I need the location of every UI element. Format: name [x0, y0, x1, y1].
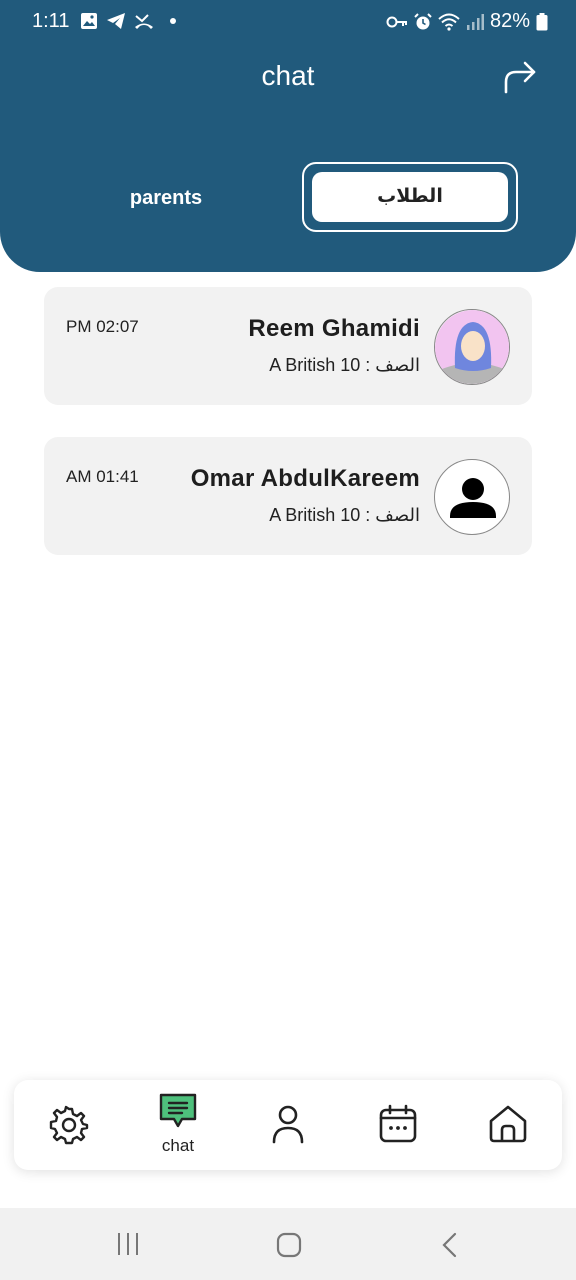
chat-icon: [159, 1093, 197, 1128]
recent-apps-icon: [118, 1233, 138, 1255]
gear-icon: [49, 1105, 89, 1145]
telegram-icon: [107, 13, 125, 29]
chat-time: AM 01:41: [66, 467, 139, 486]
nav-chat[interactable]: chat: [142, 1080, 214, 1170]
page-title: chat: [261, 60, 315, 91]
signal-icon: [466, 13, 484, 30]
back-button[interactable]: [440, 1232, 460, 1263]
status-time: 1:11: [32, 10, 70, 32]
nav-home[interactable]: [472, 1080, 544, 1170]
chat-list-item[interactable]: AM 01:41 Omar AbdulKareem الصف : 10 A Br…: [44, 437, 532, 555]
image-icon: [81, 13, 97, 29]
home-circle-icon: [276, 1232, 302, 1258]
chat-name: Reem Ghamidi: [248, 315, 420, 342]
recent-apps-button[interactable]: [116, 1232, 140, 1261]
missed-call-icon: [135, 14, 153, 29]
person-icon: [450, 478, 496, 518]
nav-calendar[interactable]: [362, 1080, 434, 1170]
alarm-icon: [414, 12, 432, 29]
share-button[interactable]: [500, 58, 540, 98]
tab-students[interactable]: الطلاب: [312, 172, 508, 222]
nav-profile[interactable]: [252, 1080, 324, 1170]
chat-list-item[interactable]: PM 02:07 Reem Ghamidi الصف : 10 A Britis…: [44, 287, 532, 405]
female-avatar-icon: [435, 310, 509, 384]
system-navigation-bar: [0, 1208, 576, 1280]
status-bar: 1:11 82%: [0, 0, 576, 44]
battery-percent: 82%: [489, 10, 530, 32]
more-notifications-icon: [170, 18, 176, 24]
battery-icon: [536, 12, 548, 30]
chat-screen: 1:11 82% chat parents الطلاب PM 02:07 Re…: [0, 0, 576, 1280]
system-icons: 82%: [386, 10, 548, 33]
tab-students-frame: الطلاب: [302, 162, 518, 232]
nav-settings[interactable]: [34, 1080, 104, 1170]
tab-parents[interactable]: parents: [100, 178, 232, 218]
share-arrow-icon: [504, 61, 536, 94]
back-chevron-icon: [442, 1232, 457, 1258]
calendar-icon: [379, 1104, 417, 1143]
header: 1:11 82% chat parents الطلاب: [0, 0, 576, 272]
key-icon: [386, 16, 407, 27]
notification-icons: [80, 12, 176, 30]
chat-name: Omar AbdulKareem: [190, 465, 420, 492]
chat-class: الصف : 10 A British: [269, 355, 420, 375]
home-system-button[interactable]: [276, 1232, 302, 1263]
home-icon: [489, 1105, 527, 1143]
avatar: [434, 309, 510, 385]
nav-chat-label: chat: [161, 1136, 195, 1155]
chat-class: الصف : 10 A British: [269, 505, 420, 525]
chat-time: PM 02:07: [66, 317, 139, 336]
user-icon: [272, 1105, 304, 1144]
bottom-navigation: chat: [14, 1080, 562, 1170]
wifi-icon: [438, 13, 460, 31]
avatar: [434, 459, 510, 535]
